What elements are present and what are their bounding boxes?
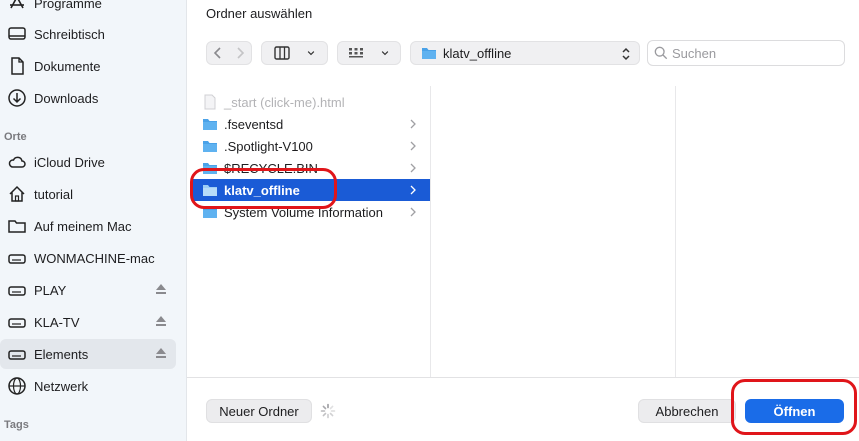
drive-icon	[6, 343, 28, 365]
sidebar-item-wonmachine[interactable]: WONMACHINE-mac	[0, 243, 176, 273]
cancel-button[interactable]: Abbrechen	[638, 399, 736, 423]
chevron-right-icon	[410, 163, 416, 173]
folder-icon	[203, 207, 217, 218]
sidebar-item-netzwerk[interactable]: Netzwerk	[0, 371, 176, 401]
dialog-title: Ordner auswählen	[206, 6, 313, 21]
sidebar-section-tags: Tags	[4, 419, 29, 431]
drive-icon	[6, 311, 28, 333]
updown-chevron-icon	[622, 47, 630, 61]
chevron-right-icon	[410, 185, 416, 195]
open-button[interactable]: Öffnen	[745, 399, 844, 423]
path-popup[interactable]: klatv_offline	[410, 41, 640, 65]
chevron-right-icon	[410, 119, 416, 129]
folder-icon	[203, 185, 217, 196]
chevron-down-icon	[307, 51, 314, 56]
sidebar-item-downloads[interactable]: Downloads	[0, 83, 176, 113]
globe-icon	[6, 375, 28, 397]
home-icon	[6, 183, 28, 205]
folder-row-selected[interactable]: klatv_offline	[192, 179, 430, 201]
folder-icon	[422, 48, 436, 59]
sidebar-item-programme[interactable]: Programme	[0, 0, 176, 18]
sidebar-section-orte: Orte	[4, 131, 27, 143]
sidebar-item-icloud[interactable]: iCloud Drive	[0, 147, 176, 177]
sidebar-item-elements[interactable]: Elements	[0, 339, 176, 369]
file-name: _start (click-me).html	[224, 94, 345, 110]
sidebar-item-label: KLA-TV	[34, 314, 80, 330]
sidebar-item-play[interactable]: PLAY	[0, 275, 176, 305]
search-input[interactable]	[672, 45, 832, 61]
grid-icon	[349, 48, 363, 58]
folder-icon	[203, 119, 217, 130]
chevron-down-icon	[381, 51, 389, 56]
sidebar-item-label: Downloads	[34, 90, 99, 106]
folder-name: klatv_offline	[224, 182, 300, 198]
chevron-right-icon	[410, 141, 416, 151]
folder-icon	[6, 215, 28, 237]
column-divider[interactable]	[675, 86, 676, 377]
eject-icon[interactable]	[154, 346, 168, 360]
new-folder-button[interactable]: Neuer Ordner	[206, 399, 312, 423]
sidebar-item-kla-tv[interactable]: KLA-TV	[0, 307, 176, 337]
desktop-icon	[6, 23, 28, 45]
folder-name: .Spotlight-V100	[224, 138, 313, 154]
sidebar-item-label: Auf meinem Mac	[34, 218, 132, 234]
drive-icon	[6, 279, 28, 301]
download-icon	[6, 87, 28, 109]
sidebar-item-label: Programme	[34, 0, 102, 11]
chevron-left-icon[interactable]	[211, 46, 225, 60]
footer-divider	[187, 377, 859, 378]
sidebar-item-dokumente[interactable]: Dokumente	[0, 51, 176, 81]
sidebar-item-label: iCloud Drive	[34, 154, 105, 170]
loading-spinner-icon	[320, 403, 336, 419]
sidebar-item-label: Elements	[34, 346, 89, 362]
eject-icon[interactable]	[154, 282, 168, 296]
apps-icon	[6, 0, 28, 14]
group-mode-select[interactable]	[337, 41, 401, 65]
folder-icon	[203, 141, 217, 152]
folder-icon	[203, 163, 217, 174]
folder-row[interactable]: .fseventsd	[192, 113, 430, 135]
drive-icon	[6, 247, 28, 269]
folder-row[interactable]: $RECYCLE.BIN	[192, 157, 430, 179]
column-divider[interactable]	[430, 86, 431, 377]
sidebar-item-label: Schreibtisch	[34, 26, 105, 42]
search-field[interactable]	[647, 40, 845, 66]
view-mode-select[interactable]	[261, 41, 328, 65]
sidebar-item-label: tutorial	[34, 186, 74, 202]
back-forward-buttons[interactable]	[206, 41, 252, 65]
folder-name: .fseventsd	[224, 116, 284, 132]
columns-view-icon	[273, 46, 290, 60]
chevron-right-icon	[410, 207, 416, 217]
file-row: _start (click-me).html	[192, 91, 430, 113]
cloud-icon	[6, 151, 28, 173]
sidebar-item-label: WONMACHINE-mac	[34, 250, 155, 266]
sidebar-item-label: Netzwerk	[34, 378, 89, 394]
document-icon	[6, 55, 28, 77]
sidebar-item-label: Dokumente	[34, 58, 101, 74]
folder-row[interactable]: System Volume Information	[192, 201, 430, 223]
sidebar-item-tutorial[interactable]: tutorial	[0, 179, 176, 209]
sidebar: Programme Schreibtisch Dokumente Downloa…	[0, 0, 187, 441]
folder-row[interactable]: .Spotlight-V100	[192, 135, 430, 157]
path-popup-label: klatv_offline	[443, 45, 512, 61]
sidebar-item-label: PLAY	[34, 282, 67, 298]
chevron-right-icon[interactable]	[233, 46, 247, 60]
sidebar-item-schreibtisch[interactable]: Schreibtisch	[0, 19, 176, 49]
folder-name: $RECYCLE.BIN	[224, 160, 318, 176]
html-file-icon	[204, 94, 216, 110]
folder-name: System Volume Information	[224, 204, 383, 220]
sidebar-item-auf-meinem-mac[interactable]: Auf meinem Mac	[0, 211, 176, 241]
eject-icon[interactable]	[154, 314, 168, 328]
search-icon	[654, 46, 668, 60]
